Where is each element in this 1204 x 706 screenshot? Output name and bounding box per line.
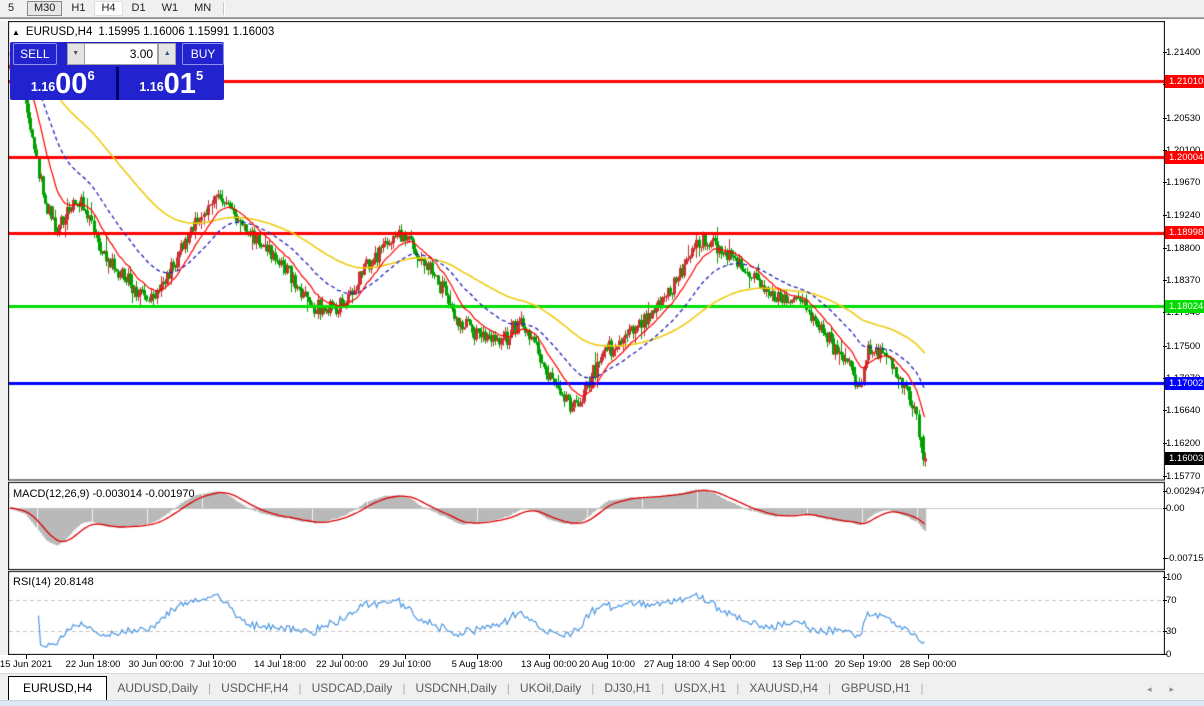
tab-eurusd-active[interactable]: EURUSD,H4 xyxy=(8,676,107,701)
chevron-down-icon: ▼ xyxy=(72,50,79,57)
macd-tick-mark xyxy=(1163,508,1167,509)
price-tick-mark xyxy=(1163,118,1167,119)
tab-ukoil-daily[interactable]: UKOil,Daily xyxy=(510,677,591,701)
level-price-label: 1.20004 xyxy=(1165,151,1204,164)
price-tick-label: 1.18800 xyxy=(1166,243,1200,254)
rsi-axis-label: 30 xyxy=(1166,626,1177,637)
timeframe-button-w1[interactable]: W1 xyxy=(155,1,186,16)
timeframe-toolbar: 5 M30H1H4D1W1MN xyxy=(0,0,1204,18)
level-price-label: 1.18998 xyxy=(1165,226,1204,239)
ask-price-button[interactable]: 1.16015 xyxy=(119,67,225,100)
price-tick-label: 1.18370 xyxy=(1166,275,1200,286)
chevron-up-icon: ▲ xyxy=(164,50,171,57)
price-tick-mark xyxy=(1163,215,1167,216)
time-tick-label: 28 Sep 00:00 xyxy=(890,659,966,670)
level-price-label: 1.21010 xyxy=(1165,75,1204,88)
price-tick-mark xyxy=(1163,346,1167,347)
tab-scroll-arrows: ◂▸ xyxy=(1147,684,1192,701)
rsi-tick-mark xyxy=(1163,577,1167,578)
macd-indicator-label: MACD(12,26,9) -0.003014 -0.001970 xyxy=(13,488,195,500)
ohlc-values: 1.15995 1.16006 1.15991 1.16003 xyxy=(98,26,274,38)
ask-price-sup: 5 xyxy=(196,67,203,83)
tab-audusd-daily[interactable]: AUDUSD,Daily xyxy=(107,677,208,701)
volume-decrease-button[interactable]: ▼ xyxy=(67,43,84,65)
price-tick-label: 1.16200 xyxy=(1166,438,1200,449)
macd-axis-label: 0.00 xyxy=(1166,503,1185,514)
ask-price-base: 1.16 xyxy=(139,80,163,97)
rsi-tick-mark xyxy=(1163,600,1167,601)
time-tick-label: 29 Jul 10:00 xyxy=(367,659,443,670)
timeframe-button-clipped[interactable]: 5 xyxy=(1,1,25,16)
bid-price-sup: 6 xyxy=(87,67,94,83)
price-tick-label: 1.15770 xyxy=(1166,471,1200,482)
rsi-axis-label: 70 xyxy=(1166,595,1177,606)
collapse-panel-icon[interactable]: ▲ xyxy=(12,28,20,37)
tab-dj30-h1[interactable]: DJ30,H1 xyxy=(594,677,661,701)
volume-increase-button[interactable]: ▲ xyxy=(158,43,176,65)
time-tick-label: 7 Jul 10:00 xyxy=(175,659,251,670)
tab-xauusd-h4[interactable]: XAUUSD,H4 xyxy=(739,677,828,701)
time-tick-label: 5 Aug 18:00 xyxy=(439,659,515,670)
bid-price-button[interactable]: 1.16006 xyxy=(10,67,116,100)
time-axis[interactable]: 15 Jun 202122 Jun 18:0030 Jun 00:007 Jul… xyxy=(0,655,1204,673)
timeframe-buttons: M30H1H4D1W1MN xyxy=(26,1,219,16)
tab-usdcad-daily[interactable]: USDCAD,Daily xyxy=(302,677,403,701)
bid-price-base: 1.16 xyxy=(31,80,55,97)
timeframe-button-m30[interactable]: M30 xyxy=(27,1,62,16)
timeframe-button-h4[interactable]: H4 xyxy=(94,1,122,16)
price-tick-mark xyxy=(1163,410,1167,411)
status-strip xyxy=(0,700,1204,706)
one-click-trade-panel: SELL ▼ 3.00 ▲ BUY 1.16006 1.16015 xyxy=(10,42,224,100)
price-tick-mark xyxy=(1163,476,1167,477)
macd-tick-mark xyxy=(1163,558,1167,559)
tab-usdx-h1[interactable]: USDX,H1 xyxy=(664,677,736,701)
rsi-tick-mark xyxy=(1163,631,1167,632)
volume-input[interactable]: 3.00 xyxy=(84,43,158,65)
toolbar-separator xyxy=(223,2,225,15)
rsi-axis-label: 100 xyxy=(1166,572,1182,583)
price-tick-label: 1.20530 xyxy=(1166,113,1200,124)
macd-tick-mark xyxy=(1163,491,1167,492)
price-tick-mark xyxy=(1163,52,1167,53)
price-tick-label: 1.21400 xyxy=(1166,47,1200,58)
bid-price-big: 00 xyxy=(55,71,87,97)
rsi-tick-mark xyxy=(1163,654,1167,655)
timeframe-button-d1[interactable]: D1 xyxy=(125,1,153,16)
sell-button[interactable]: SELL xyxy=(13,43,57,65)
price-tick-mark xyxy=(1163,280,1167,281)
price-tick-mark xyxy=(1163,443,1167,444)
price-tick-label: 1.16640 xyxy=(1166,405,1200,416)
macd-axis-label: 0.002947 xyxy=(1166,486,1204,497)
chart-tab-bar: EURUSD,H4 AUDUSD,Daily|USDCHF,H4|USDCAD,… xyxy=(0,673,1204,701)
price-tick-label: 1.17500 xyxy=(1166,341,1200,352)
buy-button[interactable]: BUY xyxy=(182,43,224,65)
rsi-indicator-label: RSI(14) 20.8148 xyxy=(13,576,94,588)
rsi-axis-label: 0 xyxy=(1166,649,1171,660)
tab-separator: | xyxy=(921,681,924,701)
price-tick-label: 1.19240 xyxy=(1166,210,1200,221)
level-price-label: 1.18024 xyxy=(1165,300,1204,313)
chart-left-margin xyxy=(0,21,8,655)
time-tick-label: 4 Sep 00:00 xyxy=(692,659,768,670)
timeframe-button-mn[interactable]: MN xyxy=(187,1,218,16)
chart-title: ▲ EURUSD,H4 1.15995 1.16006 1.15991 1.16… xyxy=(12,25,274,39)
ask-price-big: 01 xyxy=(164,71,196,97)
symbol-period-label: EURUSD,H4 xyxy=(26,26,92,38)
price-tick-mark xyxy=(1163,182,1167,183)
scroll-right-icon[interactable]: ▸ xyxy=(1169,684,1192,694)
scroll-left-icon[interactable]: ◂ xyxy=(1147,684,1170,694)
timeframe-button-h1[interactable]: H1 xyxy=(64,1,92,16)
level-price-label: 1.17002 xyxy=(1165,377,1204,390)
tab-items: AUDUSD,Daily|USDCHF,H4|USDCAD,Daily|USDC… xyxy=(107,677,923,701)
tab-usdchf-h4[interactable]: USDCHF,H4 xyxy=(211,677,298,701)
price-tick-label: 1.19670 xyxy=(1166,177,1200,188)
price-tick-mark xyxy=(1163,248,1167,249)
tab-gbpusd-h1[interactable]: GBPUSD,H1 xyxy=(831,677,920,701)
current-price-label: 1.16003 xyxy=(1165,452,1204,465)
price-chart-canvas[interactable] xyxy=(8,21,1165,655)
macd-axis-label: -0.007157 xyxy=(1166,553,1204,564)
chart-window: ▲ EURUSD,H4 1.15995 1.16006 1.15991 1.16… xyxy=(0,20,1204,655)
tab-usdcnh-daily[interactable]: USDCNH,Daily xyxy=(405,677,506,701)
